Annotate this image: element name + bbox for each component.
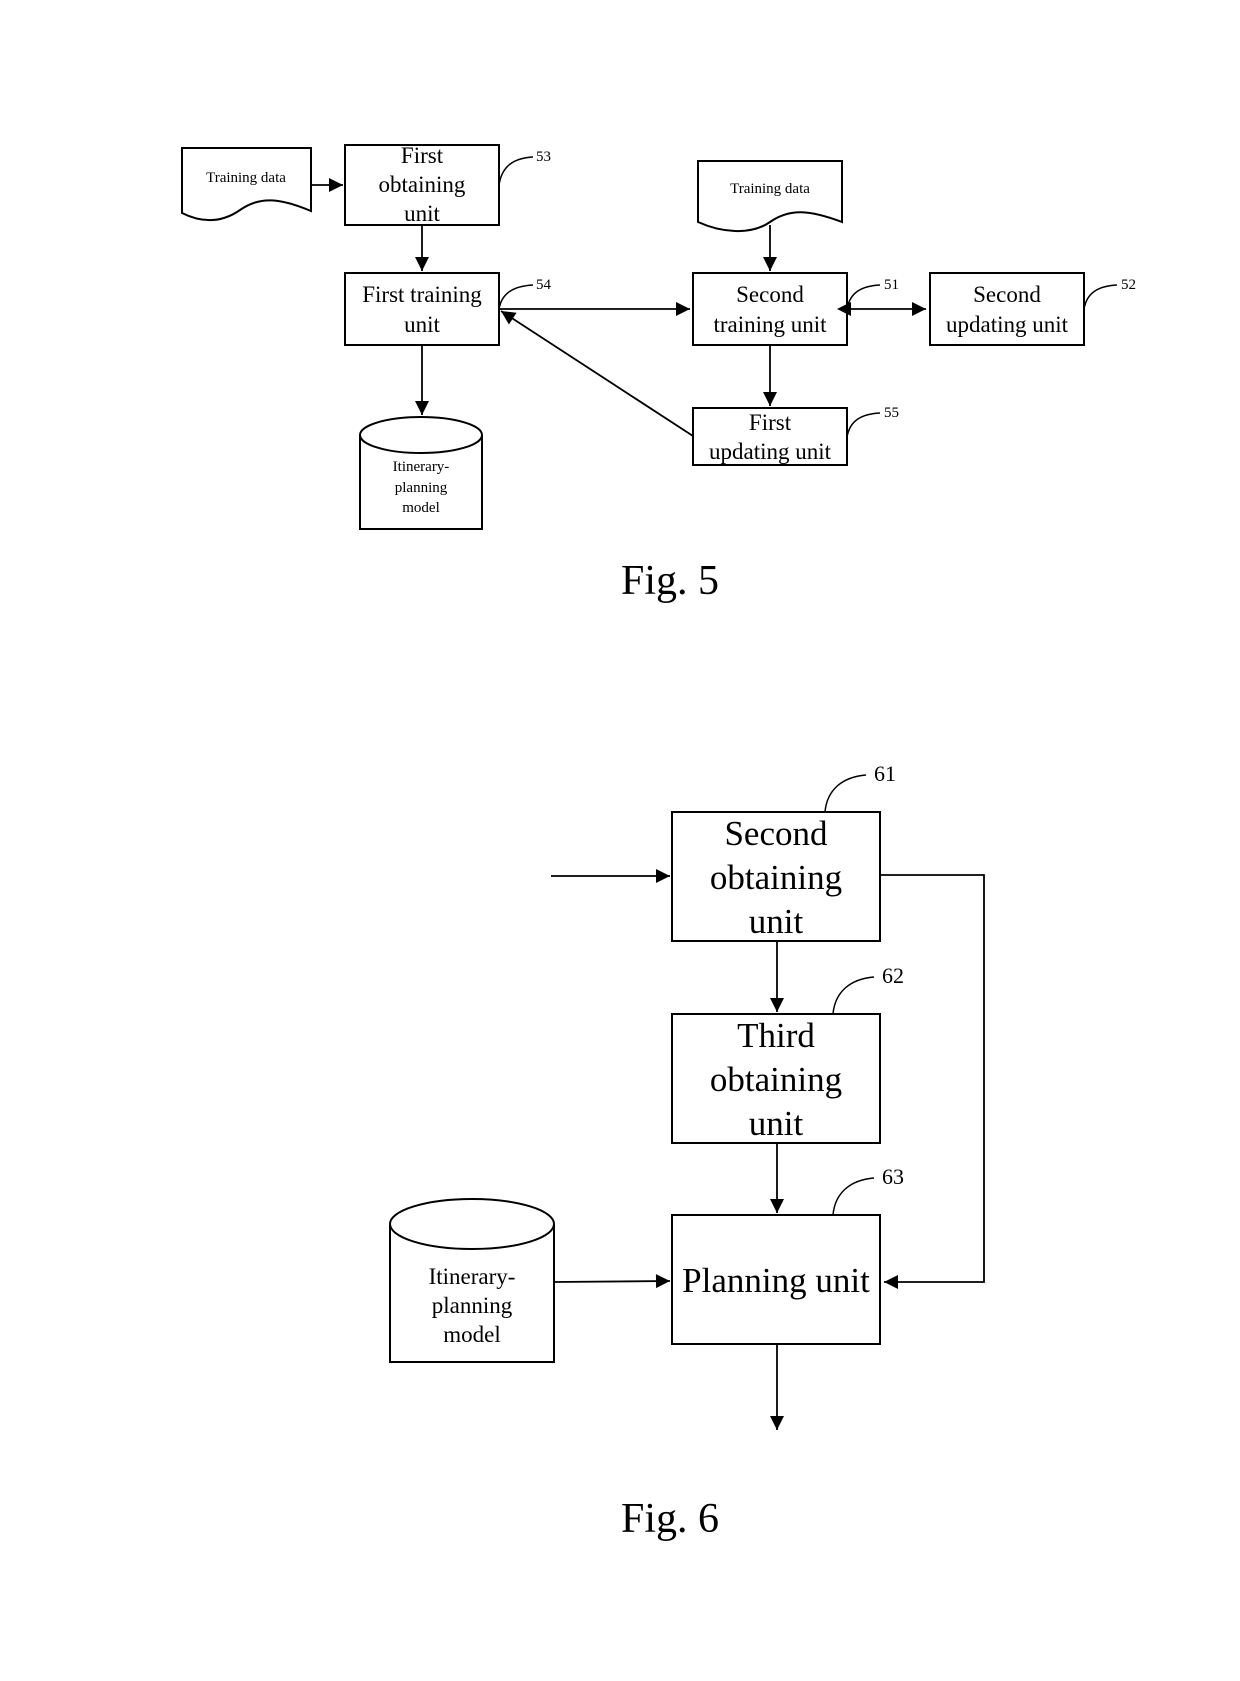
leader-53 (498, 156, 534, 186)
model5-line-1: Itinerary- (393, 459, 450, 475)
leader-62 (832, 976, 875, 1015)
leader-54 (498, 284, 534, 310)
arrow-model-to-planning (553, 1274, 671, 1289)
leader-61 (824, 774, 867, 813)
second-obtaining-line-3: unit (749, 902, 804, 941)
figure-6: Second obtaining unit 61 Third obtaining… (389, 761, 985, 1542)
leader-52 (1083, 284, 1118, 310)
second-updating-line-1: Second (973, 282, 1041, 307)
ref-63: 63 (882, 1164, 904, 1189)
planning-unit: Planning unit (671, 1214, 881, 1345)
second-updating-line-2: updating unit (946, 312, 1069, 337)
first-obtaining-line-1: First (401, 143, 444, 168)
leader-55 (846, 412, 881, 438)
third-obtaining-line-2: obtaining (710, 1060, 842, 1099)
model5-line-2: planning (395, 480, 448, 496)
model6-line-1: Itinerary- (429, 1264, 516, 1289)
third-obtaining-line-3: unit (749, 1104, 804, 1143)
first-updating-line-1: First (749, 410, 792, 435)
model-cylinder-fig5: Itinerary- planning model (359, 416, 483, 530)
ref-54: 54 (536, 277, 552, 293)
arrow-first-updating-to-first-training (500, 310, 694, 437)
second-training-line-2: training unit (713, 312, 827, 337)
first-obtaining-line-3: unit (404, 201, 440, 226)
second-obtaining-line-1: Second (724, 814, 828, 853)
figure-5: Training data First obtaining unit 53 Fi… (181, 143, 1136, 604)
training-data-right: Training data (697, 160, 843, 233)
first-training-unit: First training unit (344, 272, 500, 346)
model6-line-2: planning (432, 1293, 513, 1318)
training-data-right-label: Training data (730, 181, 810, 197)
ref-61: 61 (874, 761, 896, 786)
model5-line-3: model (402, 500, 440, 516)
fig5-caption: Fig. 5 (621, 558, 719, 604)
ref-53: 53 (536, 149, 551, 165)
ref-51: 51 (884, 277, 899, 293)
first-obtaining-unit: First obtaining unit (344, 143, 500, 226)
second-training-unit: Second training unit (692, 272, 848, 346)
first-training-line-1: First training (362, 282, 482, 307)
first-updating-line-2: updating unit (709, 439, 832, 464)
arrow-second-obtaining-to-planning-bypass (880, 874, 985, 1289)
patent-figures: Training data First obtaining unit 53 Fi… (181, 143, 1136, 1542)
ref-52: 52 (1121, 277, 1136, 293)
second-training-line-1: Second (736, 282, 804, 307)
second-updating-unit: Second updating unit (929, 272, 1085, 346)
first-obtaining-line-2: obtaining (379, 172, 466, 197)
training-data-left-label: Training data (206, 170, 286, 186)
third-obtaining-line-1: Third (737, 1016, 815, 1055)
ref-55: 55 (884, 405, 899, 421)
planning-unit-label: Planning unit (682, 1261, 870, 1300)
third-obtaining-unit: Third obtaining unit (671, 1013, 881, 1144)
second-obtaining-line-2: obtaining (710, 858, 842, 897)
second-obtaining-unit: Second obtaining unit (671, 811, 881, 942)
leader-51 (846, 284, 881, 310)
ref-62: 62 (882, 963, 904, 988)
fig6-caption: Fig. 6 (621, 1496, 719, 1542)
leader-63 (832, 1177, 875, 1216)
first-updating-unit: First updating unit (692, 407, 848, 466)
first-training-line-2: unit (404, 312, 440, 337)
model6-line-3: model (443, 1322, 501, 1347)
training-data-left: Training data (181, 147, 312, 222)
model-cylinder-fig6: Itinerary- planning model (389, 1198, 555, 1363)
